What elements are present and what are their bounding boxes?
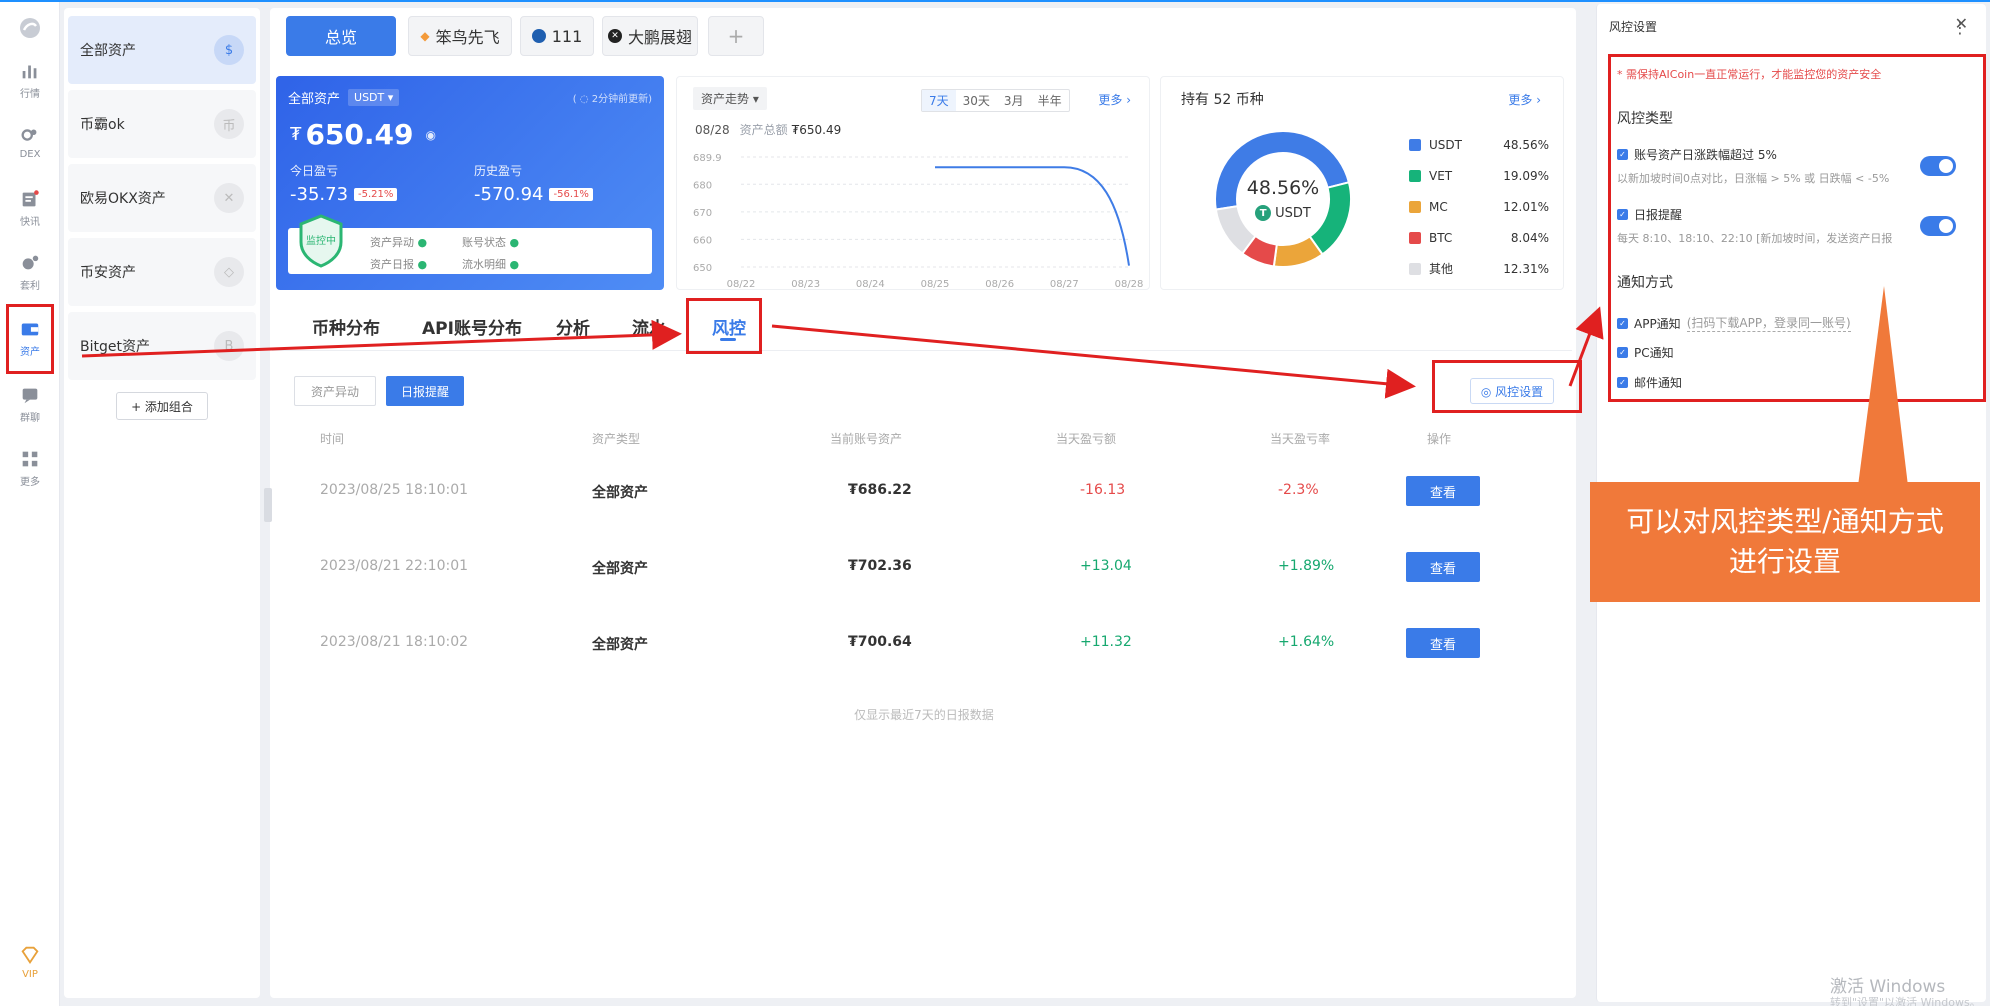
- annotation-arrows: [81, 306, 1604, 399]
- frame-top-edge: [0, 0, 1990, 2]
- watermark-line2: 转到"设置"以激活 Windows。: [1830, 996, 1981, 1006]
